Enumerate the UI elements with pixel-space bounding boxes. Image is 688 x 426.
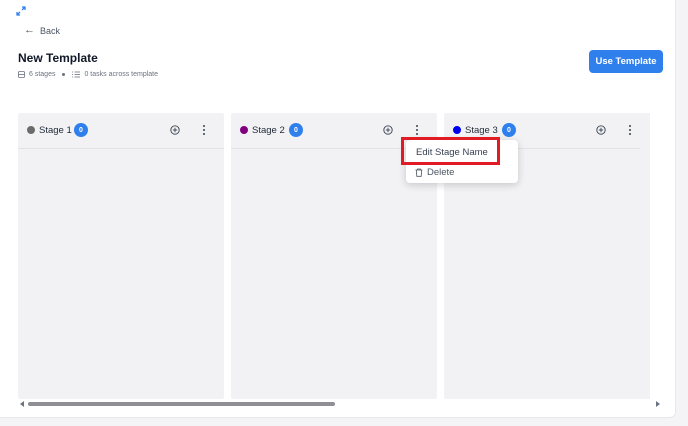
stage-color-dot — [27, 126, 35, 134]
stages-board: Stage 1 0 Stage 2 0 Stage 3 0 — [18, 113, 650, 399]
stage-header: Stage 1 0 — [18, 113, 224, 149]
add-task-icon[interactable] — [170, 125, 180, 135]
back-label: Back — [40, 25, 61, 36]
stage-name: Stage 2 — [252, 125, 285, 136]
stage-task-count-badge: 0 — [502, 123, 516, 137]
more-options-icon[interactable] — [627, 124, 633, 136]
task-list-icon — [72, 71, 81, 78]
stage-column: Stage 1 0 — [18, 113, 224, 399]
more-options-icon[interactable] — [414, 124, 420, 136]
menu-item-delete[interactable]: Delete — [406, 164, 518, 180]
add-task-icon[interactable] — [383, 125, 393, 135]
stages-count: 6 stages — [29, 71, 56, 78]
use-template-button[interactable]: Use Template — [589, 50, 663, 73]
stage-name: Stage 1 — [39, 125, 72, 136]
page-title: New Template — [18, 51, 98, 65]
more-options-icon[interactable] — [201, 124, 207, 136]
menu-item-edit-stage-name[interactable]: Edit Stage Name — [406, 140, 518, 164]
template-meta: 6 stages 0 tasks across template — [18, 71, 158, 78]
scroll-right-arrow-icon[interactable] — [656, 401, 660, 407]
scroll-left-arrow-icon[interactable] — [20, 401, 24, 407]
back-link[interactable]: ← Back — [24, 25, 60, 36]
menu-item-label: Delete — [427, 166, 455, 178]
arrow-left-icon: ← — [24, 24, 35, 36]
expand-icon[interactable] — [16, 6, 26, 16]
trash-icon — [415, 168, 423, 177]
separator-dot — [62, 73, 66, 76]
stage-options-menu: Edit Stage Name Delete — [406, 140, 518, 183]
tasks-summary: 0 tasks across template — [84, 71, 158, 78]
stage-color-dot — [240, 126, 248, 134]
stage-task-count-badge: 0 — [74, 123, 88, 137]
stage-name: Stage 3 — [465, 125, 498, 136]
stage-column-partial — [640, 113, 650, 399]
add-task-icon[interactable] — [596, 125, 606, 135]
stages-icon — [18, 71, 25, 78]
horizontal-scrollbar-thumb[interactable] — [28, 402, 335, 406]
menu-item-label: Edit Stage Name — [416, 146, 488, 158]
stage-color-dot — [453, 126, 461, 134]
stage-task-count-badge: 0 — [289, 123, 303, 137]
